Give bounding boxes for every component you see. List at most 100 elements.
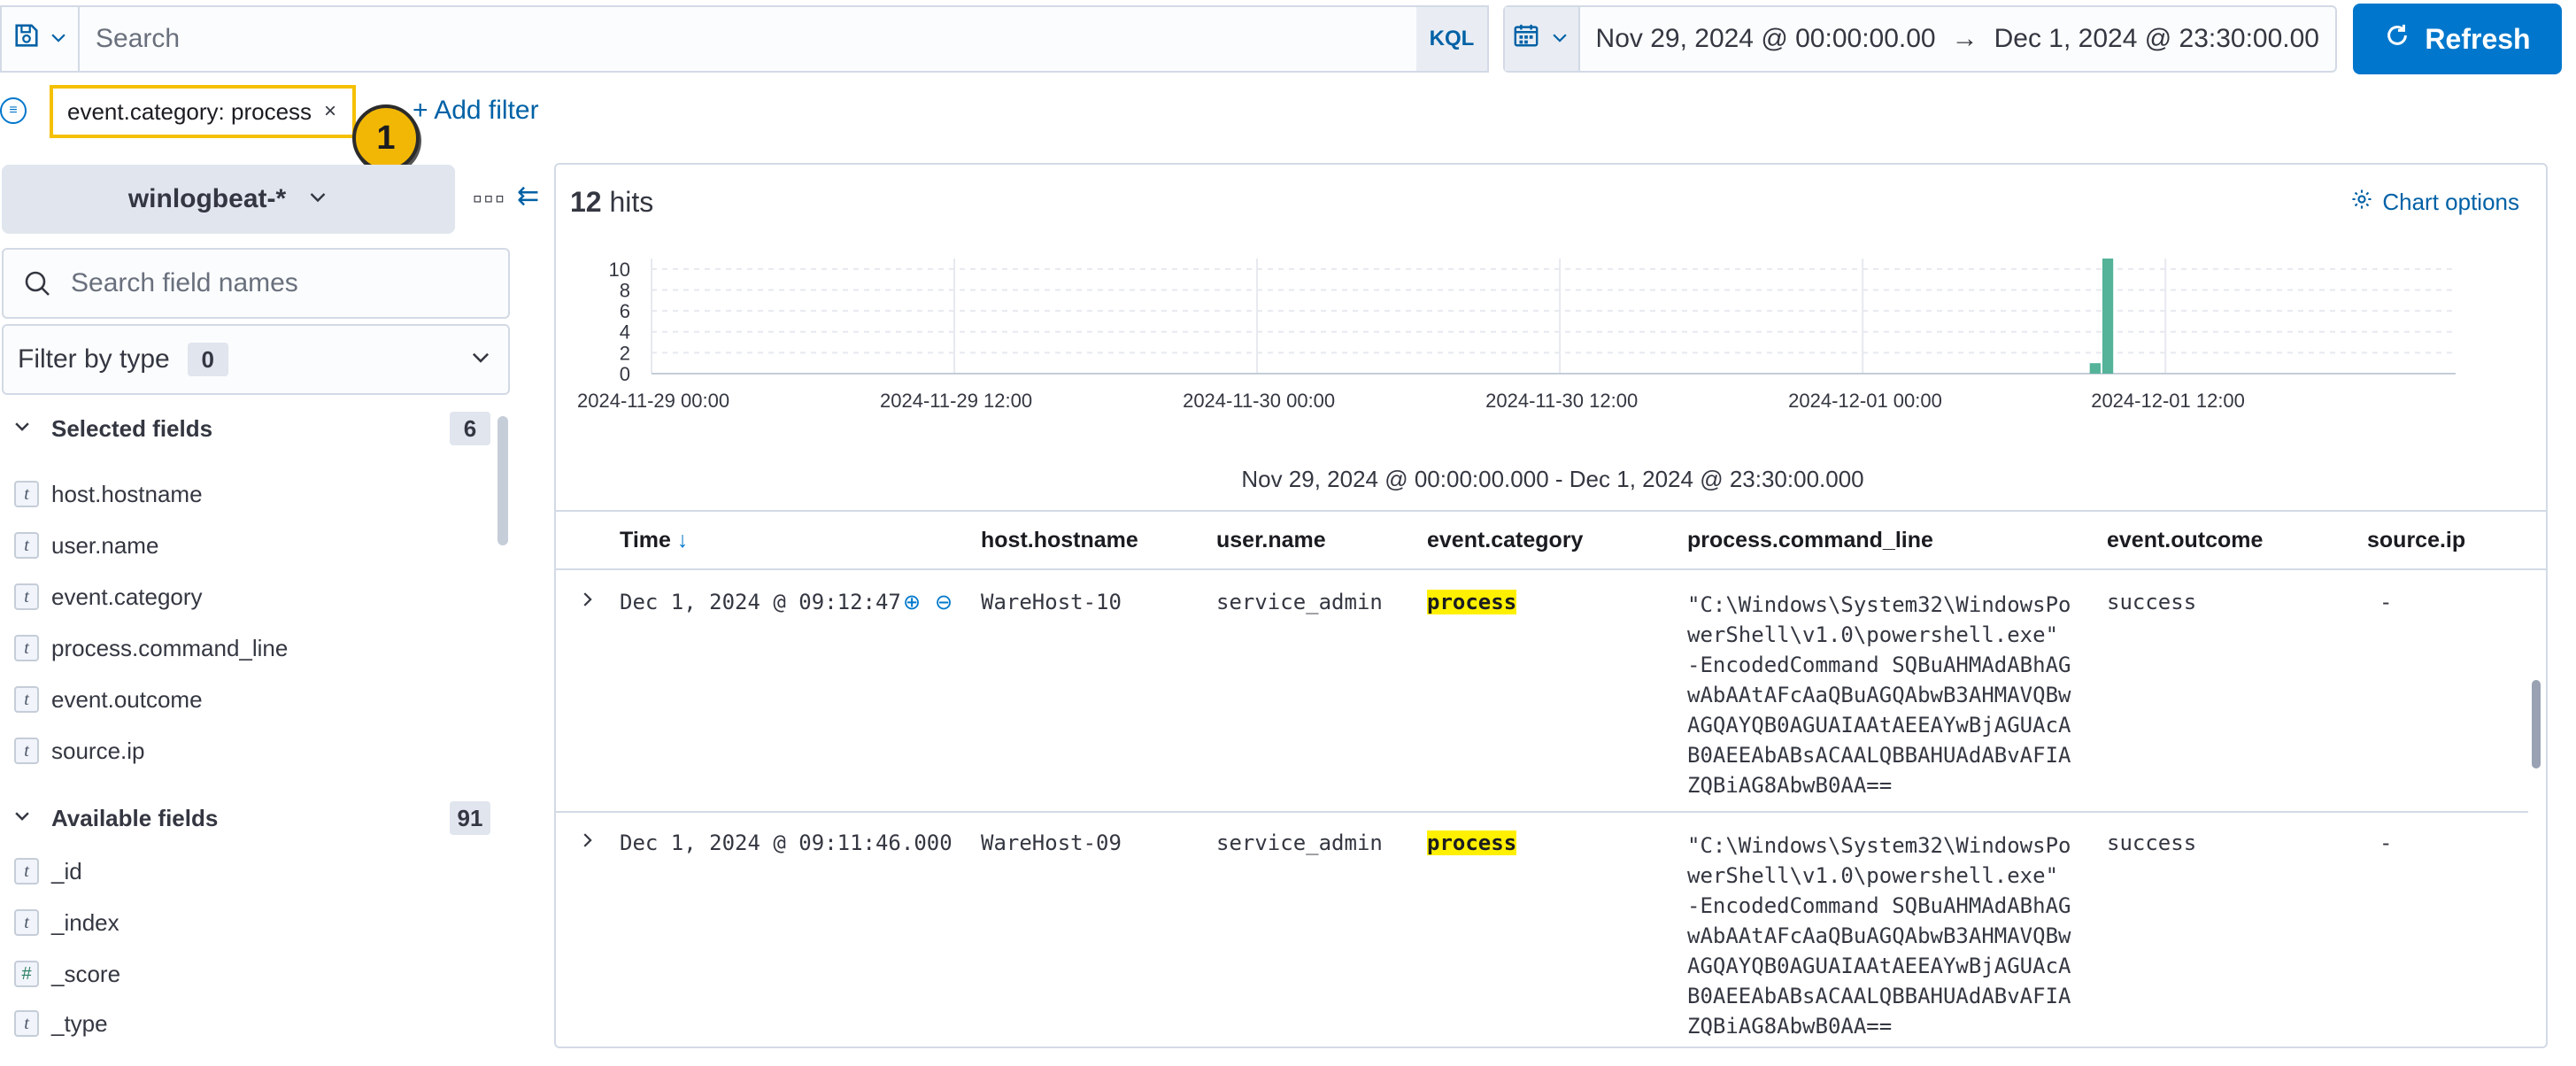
chart-options-button[interactable]: Chart options <box>2350 188 2519 217</box>
histogram-bar <box>2102 259 2114 374</box>
column-header-category[interactable]: event.category <box>1427 528 1583 553</box>
cell-outcome: success <box>2107 590 2197 614</box>
field-item[interactable]: t host.hostname <box>14 475 203 514</box>
search-icon <box>4 269 71 297</box>
field-item[interactable]: t source.ip <box>14 731 145 770</box>
chevron-right-icon[interactable] <box>577 588 597 615</box>
filter-out-value-icon[interactable]: ⊖ <box>935 590 953 615</box>
filter-pill[interactable]: event.category: process × <box>50 85 356 138</box>
table-row[interactable]: Dec 1, 2024 @ 09:11:46.000 WareHost-09 s… <box>556 813 2528 1047</box>
chevron-down-icon <box>469 345 492 375</box>
collapse-sidebar-icon[interactable]: ⇇ <box>517 181 539 212</box>
field-name: _score <box>51 960 121 987</box>
cell-category: process <box>1427 590 1517 614</box>
cell-user: service_admin <box>1216 590 1383 614</box>
table-header: Time ↓ host.hostname user.name event.cat… <box>556 510 2546 570</box>
field-item[interactable]: t _id <box>14 852 82 891</box>
string-type-icon: t <box>14 583 39 610</box>
chevron-down-icon <box>1550 24 1570 54</box>
start-date[interactable]: Nov 29, 2024 @ 00:00:00.00 <box>1580 24 1952 54</box>
search-input[interactable] <box>80 7 1416 71</box>
gear-icon <box>2350 188 2373 217</box>
more-options-icon[interactable]: ▫▫▫ <box>473 184 506 214</box>
field-search-input[interactable] <box>71 268 508 298</box>
cell-user: service_admin <box>1216 830 1383 855</box>
sidebar-scrollbar[interactable] <box>497 416 508 545</box>
sort-arrow-icon[interactable]: ↓ <box>677 528 689 552</box>
save-icon <box>13 22 40 56</box>
cell-source-ip: - <box>2379 590 2393 614</box>
column-header-host[interactable]: host.hostname <box>981 528 1138 553</box>
chevron-down-icon <box>307 184 328 214</box>
filter-by-type-button[interactable]: Filter by type 0 <box>2 324 510 395</box>
cell-command-line: "C:\Windows\System32\WindowsPowerShell\v… <box>1687 833 2071 1039</box>
filter-by-type-count: 0 <box>187 343 228 376</box>
column-header-time[interactable]: Time ↓ <box>620 528 688 553</box>
quick-date-menu-button[interactable] <box>1505 7 1580 71</box>
date-picker: Nov 29, 2024 @ 00:00:00.00 → Dec 1, 2024… <box>1503 5 2337 73</box>
hits-count: 12 <box>570 186 602 218</box>
add-filter-link[interactable]: + Add filter <box>413 96 539 126</box>
chart-options-label: Chart options <box>2382 189 2519 215</box>
query-search-field: KQL <box>78 5 1489 73</box>
filter-menu-icon[interactable]: ≡ <box>0 97 27 124</box>
index-pattern-selector[interactable]: winlogbeat-* <box>2 165 455 234</box>
field-item[interactable]: t event.category <box>14 577 203 616</box>
field-name: _index <box>51 908 120 936</box>
field-item[interactable]: t _index <box>14 903 120 942</box>
column-header-user[interactable]: user.name <box>1216 528 1326 553</box>
field-item[interactable]: t _type <box>14 1004 108 1043</box>
column-header-outcome[interactable]: event.outcome <box>2107 528 2263 553</box>
end-date[interactable]: Dec 1, 2024 @ 23:30:00.00 <box>1978 24 2335 54</box>
chevron-right-icon[interactable] <box>577 829 597 856</box>
selected-fields-count: 6 <box>450 412 490 445</box>
filter-for-value-icon[interactable]: ⊕ <box>903 590 921 615</box>
y-tick-label: 8 <box>620 279 630 301</box>
x-tick-label: 2024-12-01 00:00 <box>1788 390 1942 409</box>
index-pattern-label: winlogbeat-* <box>127 184 287 213</box>
close-icon[interactable]: × <box>324 99 336 124</box>
filter-by-type-label: Filter by type <box>18 344 170 374</box>
selected-fields-toggle[interactable]: Selected fields 6 <box>12 409 490 448</box>
query-language-toggle[interactable]: KQL <box>1416 7 1487 71</box>
refresh-button[interactable]: Refresh <box>2353 4 2562 74</box>
string-type-icon: t <box>14 532 39 559</box>
histogram-bar <box>2089 363 2101 374</box>
y-tick-label: 0 <box>620 363 630 385</box>
table-scrollbar[interactable] <box>2532 680 2541 769</box>
refresh-icon <box>2384 22 2410 56</box>
x-tick-label: 2024-11-29 00:00 <box>577 390 729 409</box>
field-item[interactable]: t event.outcome <box>14 680 203 719</box>
field-item[interactable]: t user.name <box>14 526 158 565</box>
string-type-icon: t <box>14 481 39 507</box>
step-callout-badge: 1 <box>352 104 420 172</box>
field-name: user.name <box>51 531 159 559</box>
cell-host: WareHost-10 <box>981 590 1122 614</box>
y-tick-label: 4 <box>620 321 630 344</box>
x-tick-label: 2024-11-30 00:00 <box>1183 390 1335 409</box>
chevron-down-icon <box>12 416 51 442</box>
string-type-icon: t <box>14 686 39 713</box>
discover-results-panel: 12 hits Chart options 0 2 4 6 8 10 2024-11-29 … <box>554 163 2548 1048</box>
y-tick-label: 10 <box>609 259 630 281</box>
string-type-icon: t <box>14 909 39 936</box>
field-name: event.outcome <box>51 685 203 713</box>
field-name: event.category <box>51 583 203 610</box>
cell-host: WareHost-09 <box>981 830 1122 855</box>
available-fields-toggle[interactable]: Available fields 91 <box>12 799 490 838</box>
column-header-command-line[interactable]: process.command_line <box>1687 528 1933 553</box>
cell-time: Dec 1, 2024 @ 09:11:46.000 <box>620 830 953 855</box>
chevron-down-icon <box>49 24 68 54</box>
selected-fields-label: Selected fields <box>51 414 213 442</box>
field-name: host.hostname <box>51 480 203 507</box>
y-tick-label: 6 <box>620 300 630 322</box>
field-item[interactable]: # _score <box>14 954 120 993</box>
table-row[interactable]: Dec 1, 2024 @ 09:12:47 ⊕ ⊖ WareHost-10 s… <box>556 572 2528 813</box>
field-name: _id <box>51 857 82 884</box>
available-fields-label: Available fields <box>51 804 219 831</box>
query-bar: KQL Nov 29, 2024 @ 00:00:00.00 → Dec 1, … <box>0 0 2576 78</box>
available-fields-count: 91 <box>450 801 490 835</box>
field-item[interactable]: t process.command_line <box>14 629 288 668</box>
saved-query-button[interactable] <box>0 5 80 73</box>
column-header-source-ip[interactable]: source.ip <box>2367 528 2465 553</box>
